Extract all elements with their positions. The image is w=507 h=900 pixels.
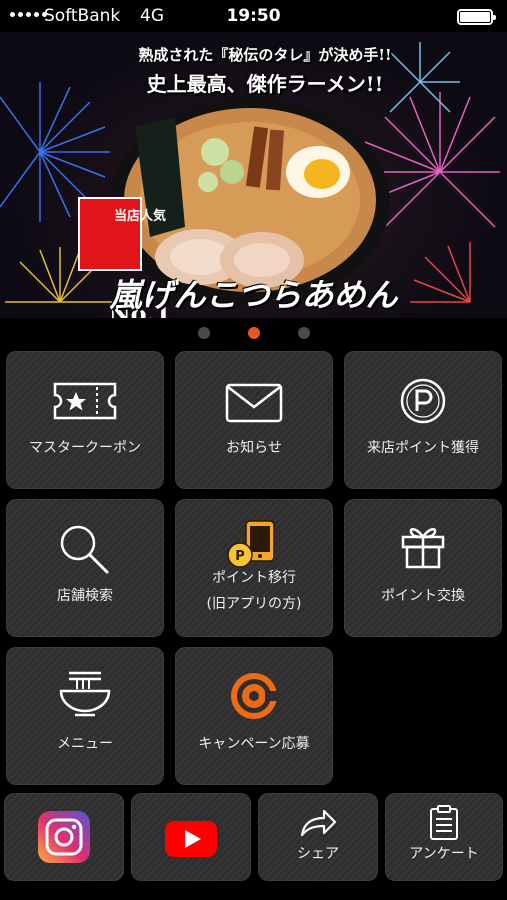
youtube-button[interactable] [131,793,251,881]
pager-dot[interactable] [297,327,310,339]
ticket-star-icon [53,382,117,420]
point-exchange-button[interactable]: ポイント交換 [344,499,502,637]
point-exchange-label: ポイント交換 [381,588,465,604]
visit-points-label: 来店ポイント獲得 [367,440,479,456]
point-transfer-sublabel: (旧アプリの方) [206,596,302,612]
gift-icon [401,528,445,569]
share-arrow-icon [300,809,337,837]
promo-banner[interactable]: 熟成された『秘伝のタレ』が決め手!! 史上最高、傑作ラーメン!! 当店人気 No… [0,32,507,318]
news-label: お知らせ [226,440,282,456]
envelope-icon [225,383,283,423]
news-button[interactable]: お知らせ [175,351,333,489]
battery-level [460,12,490,22]
store-search-label: 店舗検索 [57,588,113,604]
phone-coin-icon: P [227,520,275,568]
pager-dot[interactable] [197,327,210,339]
campaign-label: キャンペーン応募 [198,736,310,752]
point-transfer-button[interactable]: P ポイント移行 (旧アプリの方) [175,499,333,637]
carrier-name: SoftBank [44,6,121,26]
network-type: 4G [140,6,164,26]
ramen-bowl-icon [59,671,111,717]
instagram-icon [38,811,90,863]
banner-headline-1: 熟成された『秘伝のタレ』が決め手!! [138,46,392,64]
popularity-badge: 当店人気 No.1 [78,197,171,318]
banner-pager[interactable] [0,327,507,339]
menu-button[interactable]: メニュー [6,647,164,785]
campaign-c-icon [231,673,279,719]
menu-label: メニュー [57,736,113,752]
store-search-button[interactable]: 店舗検索 [6,499,164,637]
survey-label: アンケート [409,846,479,862]
youtube-icon [165,821,217,857]
banner-headline-2: 史上最高、傑作ラーメン!! [146,72,384,96]
master-coupon-button[interactable]: マスタークーポン [6,351,164,489]
signal-strength-icon [10,12,47,17]
magnifier-icon [60,525,109,574]
instagram-button[interactable] [4,793,124,881]
visit-points-button[interactable]: 来店ポイント獲得 [344,351,502,489]
battery-icon [457,9,496,25]
status-bar: SoftBank 4G 19:50 [0,0,507,32]
master-coupon-label: マスタークーポン [29,440,141,456]
pager-dot-active[interactable] [247,327,260,339]
svg-text:P: P [235,549,245,564]
point-transfer-label: ポイント移行 [212,570,296,586]
campaign-button[interactable]: キャンペーン応募 [175,647,333,785]
share-button[interactable]: シェア [258,793,378,881]
banner-brand: 嵐げんこつらあめん [109,276,398,314]
share-label: シェア [297,846,339,862]
survey-button[interactable]: アンケート [385,793,503,881]
clipboard-icon [430,805,458,840]
circle-p-icon [400,378,446,424]
